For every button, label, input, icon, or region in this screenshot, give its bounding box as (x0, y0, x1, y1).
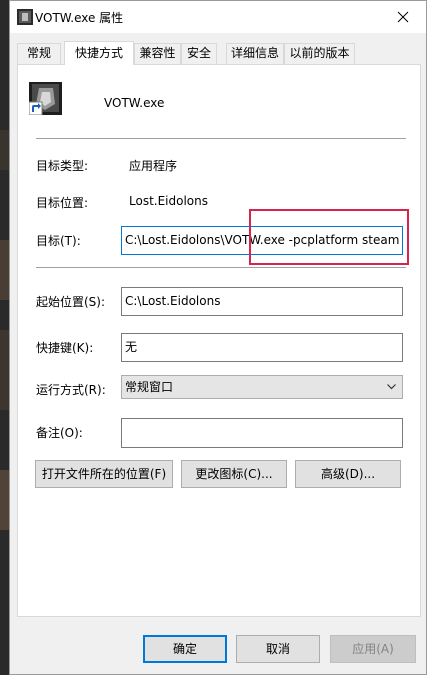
properties-dialog: VOTW.exe 属性 常规 快捷方式 兼容性 安全 详细信息 以前的版本 VO… (9, 0, 427, 675)
divider (36, 267, 406, 268)
open-file-location-button[interactable]: 打开文件所在的位置(F) (35, 460, 173, 488)
app-title-icon (17, 9, 33, 25)
chevron-down-icon (387, 384, 396, 390)
hotkey-input[interactable]: 无 (121, 333, 403, 362)
highlight-annotation (249, 209, 409, 265)
close-button[interactable] (380, 1, 426, 32)
hotkey-label: 快捷键(K): (36, 341, 94, 355)
start-in-label: 起始位置(S): (36, 295, 106, 309)
target-location-label: 目标位置: (36, 196, 89, 210)
tab-details[interactable]: 详细信息 (226, 43, 284, 64)
tab-security[interactable]: 安全 (181, 43, 217, 64)
tab-compatibility[interactable]: 兼容性 (134, 43, 181, 64)
comment-input[interactable] (121, 418, 403, 448)
tab-shortcut[interactable]: 快捷方式 (64, 41, 134, 65)
tab-general[interactable]: 常规 (17, 43, 61, 64)
run-select[interactable]: 常规窗口 (121, 375, 403, 399)
shortcut-panel: VOTW.exe 目标类型: 应用程序 目标位置: Lost.Eidolons … (17, 64, 421, 617)
target-location-value: Lost.Eidolons (129, 194, 208, 208)
tab-previous-versions[interactable]: 以前的版本 (284, 43, 355, 64)
target-label: 目标(T): (36, 234, 81, 248)
target-type-label: 目标类型: (36, 159, 89, 173)
advanced-button[interactable]: 高级(D)... (295, 460, 401, 488)
target-type-value: 应用程序 (129, 159, 178, 173)
divider (36, 138, 406, 139)
run-label: 运行方式(R): (36, 383, 106, 397)
title-bar[interactable]: VOTW.exe 属性 (10, 1, 426, 33)
run-select-value: 常规窗口 (125, 380, 174, 394)
close-icon (397, 11, 409, 22)
cancel-button[interactable]: 取消 (236, 635, 320, 663)
shortcut-name: VOTW.exe (104, 96, 165, 110)
window-title: VOTW.exe 属性 (35, 11, 124, 25)
change-icon-button[interactable]: 更改图标(C)... (181, 460, 287, 488)
comment-label: 备注(O): (36, 426, 83, 440)
apply-button[interactable]: 应用(A) (330, 635, 416, 663)
start-in-input[interactable]: C:\Lost.Eidolons (121, 287, 403, 316)
ok-button[interactable]: 确定 (143, 635, 227, 663)
app-shortcut-icon (29, 82, 62, 115)
